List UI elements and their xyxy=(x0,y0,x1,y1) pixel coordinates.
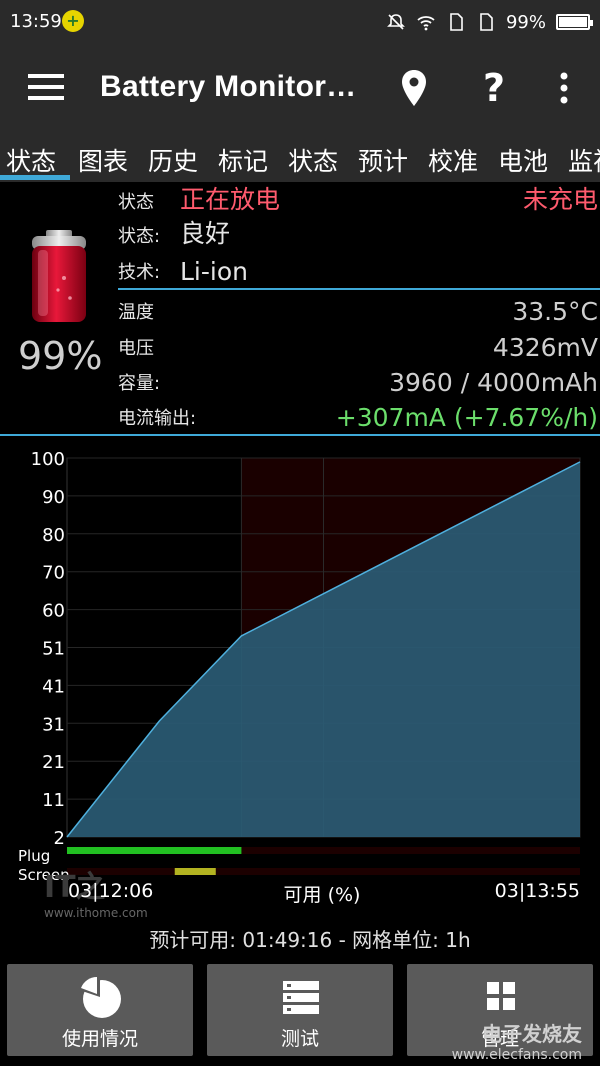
x-label-end: 03|13:55 xyxy=(494,880,580,902)
status-panel: 99% 状态 正在放电 未充电 状态: 良好 技术: Li-ion 温度 33.… xyxy=(0,184,600,436)
tab-8[interactable]: 监视 xyxy=(568,142,600,178)
y-tick-label: 31 xyxy=(42,714,65,735)
grid-icon xyxy=(487,982,515,1010)
y-tick-label: 51 xyxy=(42,639,65,660)
clock: 13:59 xyxy=(10,11,62,32)
sim-icon xyxy=(480,13,493,31)
elecfans-watermark: 电子发烧友 www.elecfans.com xyxy=(452,1018,582,1063)
y-tick-label: 80 xyxy=(42,525,65,546)
elecfans-url: www.elecfans.com xyxy=(451,1047,582,1063)
battery-percent: 99% xyxy=(18,334,103,378)
health-label: 状态: xyxy=(118,226,161,247)
usage-button-label: 使用情况 xyxy=(61,1028,138,1050)
tab-bar: 状态图表历史标记状态预计校准电池监视 xyxy=(0,136,600,182)
capacity-row: 容量: 3960 / 4000mAh xyxy=(118,365,600,399)
wifi-icon xyxy=(417,16,435,31)
current-label: 电流输出: xyxy=(118,408,197,429)
tab-7[interactable]: 电池 xyxy=(498,142,548,178)
current-row: 电流输出: +307mA (+7.67%/h) xyxy=(118,400,600,434)
temperature-value: 33.5°C xyxy=(512,297,598,326)
pie-chart-icon xyxy=(81,976,121,1018)
tab-3[interactable]: 标记 xyxy=(218,142,268,178)
battery-percent-text: 99% xyxy=(505,11,546,33)
test-button-label: 测试 xyxy=(280,1028,319,1050)
battery-chart: 1009080706051413121112PlugScreen xyxy=(18,449,581,880)
location-pin-icon[interactable] xyxy=(394,66,434,110)
y-tick-label: 70 xyxy=(42,563,65,584)
technology-row: 技术: Li-ion xyxy=(118,254,600,288)
tab-4[interactable]: 状态 xyxy=(288,142,338,178)
y-tick-label: 60 xyxy=(42,601,65,622)
tab-indicator xyxy=(0,175,70,180)
sim-icon xyxy=(450,13,463,31)
voltage-value: 4326mV xyxy=(492,333,598,362)
voltage-row: 电压 4326mV xyxy=(118,330,600,364)
tab-2[interactable]: 历史 xyxy=(148,142,198,178)
app-bar: Battery Monitor… ? xyxy=(0,44,600,136)
screen-track xyxy=(67,868,580,875)
mute-icon xyxy=(387,14,405,30)
temperature-row: 温度 33.5°C xyxy=(118,294,600,328)
tab-0[interactable]: 状态 xyxy=(6,142,56,178)
y-tick-label: 90 xyxy=(42,487,65,508)
estimate-text: 预计可用: 01:49:16 - 网格单位: 1h xyxy=(149,928,471,952)
screen-bar xyxy=(174,868,216,875)
section-divider xyxy=(0,434,600,436)
health-value: 良好 xyxy=(180,219,231,248)
status-icons: 99% xyxy=(386,10,593,34)
y-tick-label: 41 xyxy=(42,676,65,697)
battery-level xyxy=(559,17,587,27)
tab-6[interactable]: 校准 xyxy=(428,142,478,178)
capacity-value: 3960 / 4000mAh xyxy=(389,368,598,397)
battery-graphic-icon xyxy=(32,230,86,322)
elecfans-name: 电子发烧友 xyxy=(482,1022,582,1046)
capacity-label: 容量: xyxy=(118,373,161,394)
plug-bar xyxy=(67,847,242,854)
state-value: 正在放电 xyxy=(180,185,281,214)
charge-state-value: 未充电 xyxy=(522,185,598,214)
divider xyxy=(118,288,600,290)
y-tick-label: 100 xyxy=(31,449,65,470)
y-tick-label: 21 xyxy=(42,752,65,773)
usage-button[interactable]: 使用情况 xyxy=(7,964,193,1056)
menu-icon[interactable] xyxy=(28,74,64,104)
app-title: Battery Monitor… xyxy=(100,70,357,103)
more-options-icon[interactable] xyxy=(544,66,584,110)
tab-5[interactable]: 预计 xyxy=(358,142,408,178)
current-value: +307mA (+7.67%/h) xyxy=(335,403,598,432)
state-label: 状态 xyxy=(118,192,154,213)
test-button[interactable]: 测试 xyxy=(207,964,393,1056)
state-row: 状态 正在放电 未充电 xyxy=(118,184,600,218)
y-tick-label: 2 xyxy=(54,828,65,849)
health-row: 状态: 良好 xyxy=(118,218,600,252)
voltage-label: 电压 xyxy=(118,338,154,359)
status-bar: 13:59 + 99% xyxy=(0,0,600,44)
y-tick-label: 11 xyxy=(42,790,65,811)
battery-icon xyxy=(556,14,593,30)
notification-icon: + xyxy=(62,10,84,32)
technology-label: 技术: xyxy=(118,262,161,283)
tab-1[interactable]: 图表 xyxy=(78,142,128,178)
server-list-icon xyxy=(283,981,319,1014)
ithome-url: www.ithome.com xyxy=(44,906,148,920)
technology-value: Li-ion xyxy=(180,257,248,286)
temperature-label: 温度 xyxy=(118,302,154,323)
help-icon[interactable]: ? xyxy=(474,66,514,110)
